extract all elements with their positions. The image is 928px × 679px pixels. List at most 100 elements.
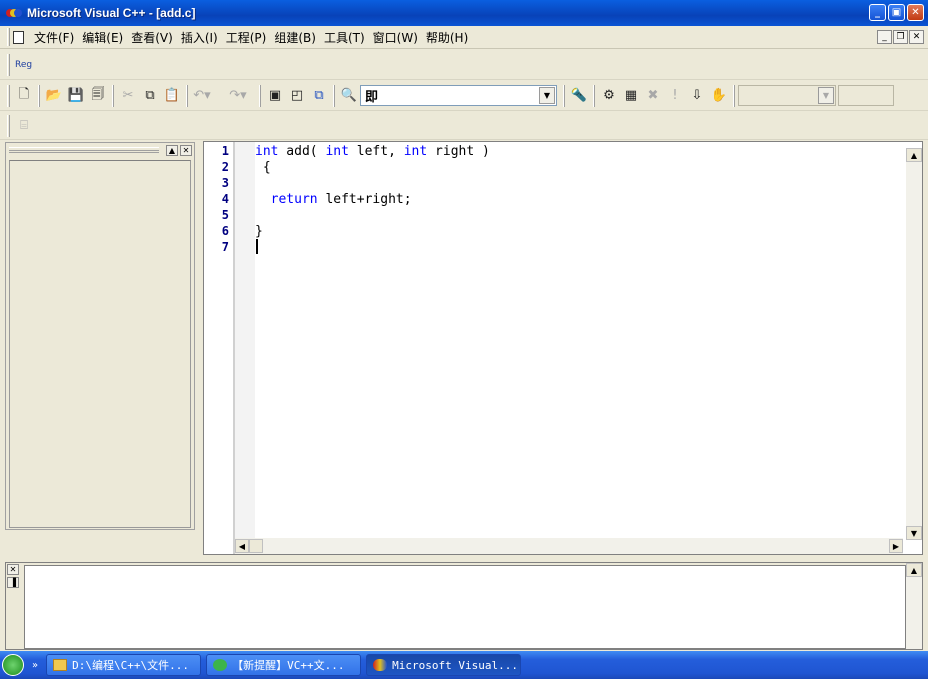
line-number: 2 bbox=[221, 160, 229, 174]
scroll-up-icon[interactable]: ▲ bbox=[906, 563, 922, 577]
cut-icon[interactable]: ✂ bbox=[117, 85, 139, 107]
scroll-thumb[interactable] bbox=[249, 539, 263, 553]
workspace-close-button[interactable]: ✕ bbox=[180, 144, 192, 156]
output-close-button[interactable]: ✕ bbox=[7, 564, 19, 575]
compile-icon[interactable]: ⚙ bbox=[598, 85, 620, 107]
menu-project[interactable]: 工程(P) bbox=[222, 29, 271, 46]
platform-combo[interactable] bbox=[838, 85, 894, 106]
vertical-scrollbar[interactable]: ▲ ▼ bbox=[906, 148, 922, 540]
scroll-right-icon[interactable]: ▶ bbox=[889, 539, 903, 553]
wizard-bar-icon[interactable]: ⌸ bbox=[13, 115, 35, 137]
menu-view[interactable]: 查看(V) bbox=[127, 29, 177, 46]
output-icon[interactable]: ◰ bbox=[286, 85, 308, 107]
find-combo-value: 即 bbox=[365, 90, 379, 105]
code-token: left, bbox=[348, 144, 404, 159]
build-icon[interactable]: ▦ bbox=[620, 85, 642, 107]
chevron-down-icon[interactable]: ▼ bbox=[818, 87, 834, 104]
taskbar-item-browser[interactable]: 【新提醒】VC++文... bbox=[206, 654, 362, 676]
redo-icon[interactable]: ↷▾ bbox=[227, 85, 249, 107]
horizontal-scrollbar[interactable]: ◀ ▶ bbox=[235, 538, 903, 554]
doc-minimize-button[interactable]: _ bbox=[877, 30, 892, 44]
open-folder-icon[interactable]: 📂 bbox=[43, 85, 65, 107]
keyword: int bbox=[325, 144, 349, 159]
doc-close-button[interactable]: ✕ bbox=[909, 30, 924, 44]
line-number: 1 bbox=[221, 144, 229, 158]
code-line[interactable]: { bbox=[255, 160, 271, 176]
code-token: left+right; bbox=[317, 192, 412, 207]
maximize-button[interactable]: ▣ bbox=[888, 4, 905, 21]
line-number: 3 bbox=[221, 176, 229, 190]
toolbar-grip[interactable] bbox=[7, 84, 10, 107]
selection-margin[interactable] bbox=[235, 142, 255, 540]
code-token: right ) bbox=[427, 144, 490, 159]
folder-icon bbox=[53, 659, 68, 671]
code-line[interactable]: int add( int left, int right ) bbox=[255, 144, 490, 160]
breakpoint-icon[interactable]: ✋ bbox=[708, 85, 730, 107]
workspace-grip[interactable] bbox=[9, 147, 159, 153]
keyword: int bbox=[403, 144, 428, 159]
code-line[interactable]: } bbox=[255, 224, 263, 240]
menu-window[interactable]: 窗口(W) bbox=[369, 29, 422, 46]
minimize-button[interactable]: _ bbox=[869, 4, 886, 21]
start-button[interactable] bbox=[2, 654, 24, 676]
save-all-icon[interactable]: 🗐 bbox=[87, 85, 109, 107]
separator bbox=[563, 84, 565, 107]
app-logo-icon bbox=[373, 659, 388, 671]
copy-icon[interactable]: ⧉ bbox=[139, 85, 161, 107]
stop-build-icon[interactable]: ✖ bbox=[642, 85, 664, 107]
toolbar-grip[interactable] bbox=[7, 114, 10, 137]
menu-build[interactable]: 组建(B) bbox=[270, 29, 320, 46]
close-button[interactable]: ✕ bbox=[907, 4, 924, 21]
find-combo[interactable]: 即 ▼ bbox=[360, 85, 557, 106]
separator bbox=[186, 84, 188, 107]
document-icon[interactable] bbox=[13, 30, 24, 44]
title-bar[interactable]: Microsoft Visual C++ - [add.c] _ ▣ ✕ bbox=[0, 0, 928, 26]
output-text-area[interactable] bbox=[24, 565, 906, 649]
menu-insert[interactable]: 插入(I) bbox=[177, 29, 222, 46]
window-list-icon[interactable]: ⧉ bbox=[308, 85, 330, 107]
line-number: 5 bbox=[221, 208, 229, 222]
doc-restore-button[interactable]: ❐ bbox=[893, 30, 908, 44]
workspace-tree[interactable] bbox=[9, 160, 191, 528]
undo-icon[interactable]: ↶▾ bbox=[191, 85, 213, 107]
quick-launch-more[interactable]: » bbox=[32, 660, 38, 671]
taskbar-item-vc[interactable]: Microsoft Visual... bbox=[366, 654, 522, 676]
new-file-icon[interactable]: 🗋 bbox=[13, 85, 35, 107]
config-combo[interactable]: ▼ bbox=[738, 85, 836, 106]
paste-icon[interactable]: 📋 bbox=[161, 85, 183, 107]
find-icon[interactable]: 🔦 bbox=[568, 85, 590, 107]
save-icon[interactable]: 💾 bbox=[65, 85, 87, 107]
separator bbox=[112, 84, 114, 107]
menu-file[interactable]: 文件(F) bbox=[30, 29, 78, 46]
menu-tools[interactable]: 工具(T) bbox=[320, 29, 369, 46]
taskbar-item-explorer[interactable]: D:\编程\C++\文件... bbox=[46, 654, 202, 676]
output-scrollbar[interactable]: ▲ bbox=[906, 563, 922, 649]
scroll-left-icon[interactable]: ◀ bbox=[235, 539, 249, 553]
standard-toolbar: 🗋 📂 💾 🗐 ✂ ⧉ 📋 ↶▾ ↷▾ ▣ ◰ ⧉ 🔍 即 ▼ 🔦 ⚙ ▦ ✖ … bbox=[0, 81, 928, 111]
code-editor[interactable]: 1 2 3 4 5 6 7 int add( int left, int rig… bbox=[203, 141, 923, 555]
code-token: { bbox=[255, 160, 271, 175]
menubar-grip[interactable] bbox=[7, 28, 10, 46]
separator bbox=[38, 84, 40, 107]
workspace-pane: ▲ ✕ bbox=[5, 142, 195, 530]
menu-help[interactable]: 帮助(H) bbox=[422, 29, 472, 46]
scroll-down-icon[interactable]: ▼ bbox=[906, 526, 922, 540]
toolbar-grip[interactable] bbox=[7, 53, 10, 76]
workspace-icon[interactable]: ▣ bbox=[264, 85, 286, 107]
separator bbox=[333, 84, 335, 107]
reg-button[interactable]: Reg bbox=[15, 60, 32, 70]
vc6-window: Microsoft Visual C++ - [add.c] _ ▣ ✕ 文件(… bbox=[0, 0, 928, 679]
chevron-down-icon[interactable]: ▼ bbox=[539, 87, 555, 104]
task-label: 【新提醒】VC++文... bbox=[232, 659, 345, 672]
menu-edit[interactable]: 编辑(E) bbox=[78, 29, 127, 46]
task-label: D:\编程\C++\文件... bbox=[72, 659, 189, 672]
find-in-files-icon[interactable]: 🔍 bbox=[338, 85, 360, 107]
code-line[interactable]: return left+right; bbox=[255, 192, 412, 208]
line-number: 4 bbox=[221, 192, 229, 206]
execute-icon[interactable]: ! bbox=[664, 85, 686, 107]
go-icon[interactable]: ⇩ bbox=[686, 85, 708, 107]
scroll-up-icon[interactable]: ▲ bbox=[906, 148, 922, 162]
workspace-maximize-button[interactable]: ▲ bbox=[166, 144, 178, 156]
output-grip[interactable]: ▐ bbox=[7, 577, 19, 588]
